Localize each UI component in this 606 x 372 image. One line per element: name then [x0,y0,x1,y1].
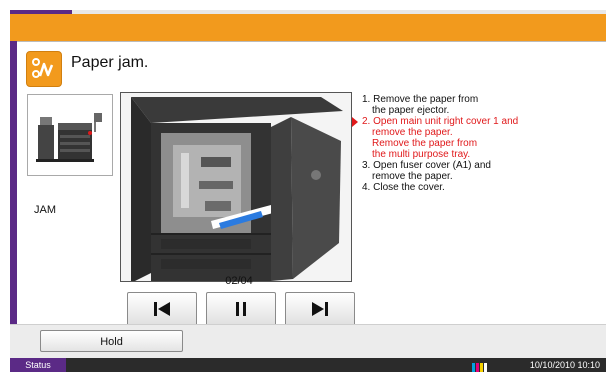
next-step-button[interactable] [285,292,355,326]
main-panel: Paper jam. JAM 02/04 1. Remove the paper… [17,41,606,326]
toner-level-icon [472,360,490,372]
hold-button[interactable]: Hold [40,330,183,352]
datetime-display: 10/10/2010 10:10 [529,360,600,370]
instruction-step: 4. Close the cover. [362,182,445,193]
pause-icon [236,302,246,316]
previous-step-button[interactable] [127,292,197,326]
skip-forward-icon [312,302,328,316]
instruction-step: 1. Remove the paper from the paper eject… [362,94,479,116]
instruction-step: 3. Open fuser cover (A1) and remove the … [362,160,491,182]
guide-illustration [120,92,352,282]
current-step-arrow-icon [352,117,358,127]
instruction-step-current: 2. Open main unit right cover 1 and remo… [352,116,518,160]
instruction-list: 1. Remove the paper from the paper eject… [352,94,518,193]
skip-back-icon [154,302,170,316]
status-button[interactable]: Status [10,358,66,372]
page-title: Paper jam. [71,54,149,71]
thumbnail-label: JAM [34,204,56,216]
screen-frame: Paper jam. JAM 02/04 1. Remove the paper… [10,10,606,372]
header-bar [10,14,606,41]
page-counter: 02/04 [225,275,253,287]
pause-button[interactable] [206,292,276,326]
left-edge-bar [10,41,17,324]
bottom-action-bar: Hold [10,324,606,359]
device-thumbnail [27,94,113,176]
paper-jam-icon [26,51,62,87]
status-bar: Status 10/10/2010 10:10 [10,358,606,372]
